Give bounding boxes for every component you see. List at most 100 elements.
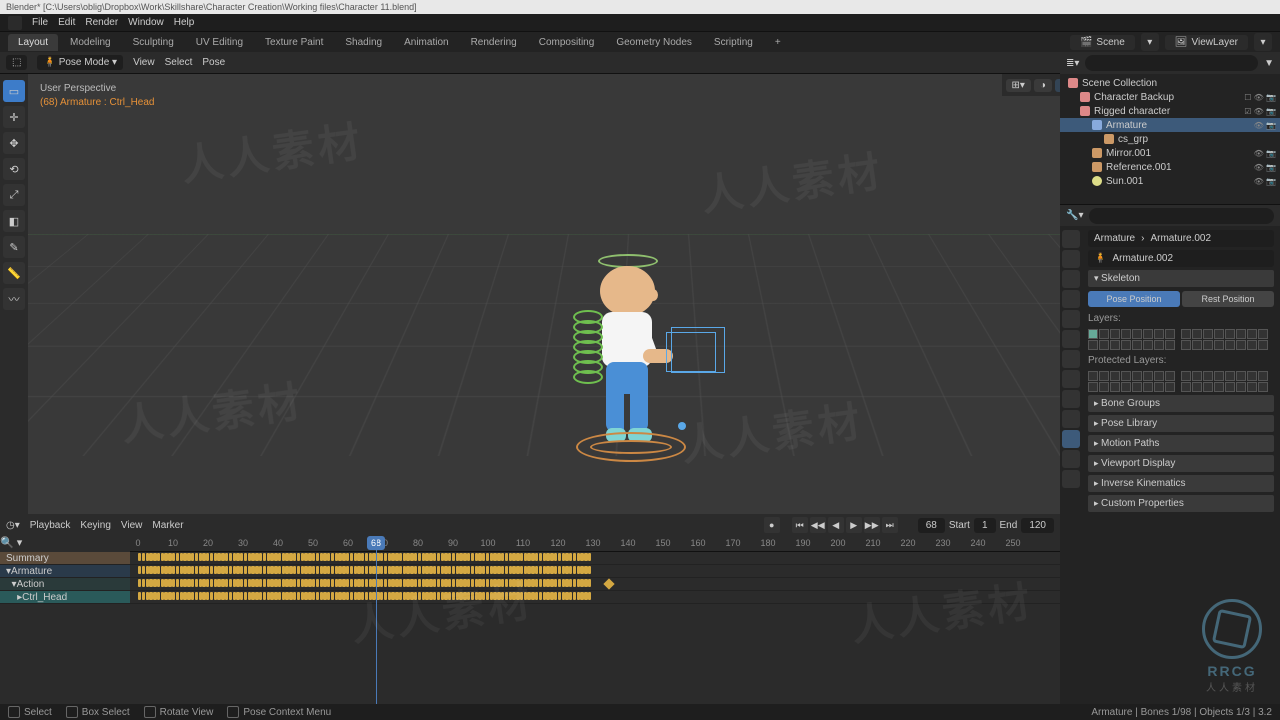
prop-tab-viewlayer-icon[interactable]: [1062, 270, 1080, 288]
tab-compositing[interactable]: Compositing: [529, 34, 605, 51]
root-control-ring[interactable]: [576, 432, 686, 462]
prev-key-icon[interactable]: ◀◀: [810, 517, 826, 533]
track-action[interactable]: ▾ Action: [0, 578, 130, 591]
tab-rendering[interactable]: Rendering: [461, 34, 527, 51]
tl-keying[interactable]: Keying: [80, 520, 111, 531]
menu-file[interactable]: File: [32, 17, 48, 28]
tool-extra-icon[interactable]: 〰: [3, 288, 25, 310]
mode-selector[interactable]: 🧍 Pose Mode ▾: [37, 55, 123, 70]
keyframe-row-summary[interactable]: [130, 552, 1060, 565]
tool-cursor-icon[interactable]: ✛: [3, 106, 25, 128]
prop-tab-bone-icon[interactable]: [1062, 450, 1080, 468]
armature-name-input[interactable]: 🧍 Armature.002: [1088, 250, 1274, 267]
menu-render[interactable]: Render: [85, 17, 118, 28]
inverse-kinematics-section[interactable]: Inverse Kinematics: [1088, 475, 1274, 492]
properties-search-input[interactable]: [1089, 208, 1274, 224]
prop-tab-armature-icon[interactable]: [1062, 430, 1080, 448]
vh-select[interactable]: Select: [165, 57, 193, 68]
next-key-icon[interactable]: ▶▶: [864, 517, 880, 533]
pose-position-button[interactable]: Pose Position: [1088, 291, 1180, 307]
bone-groups-section[interactable]: Bone Groups: [1088, 395, 1274, 412]
ol-scene-collection[interactable]: Scene Collection: [1060, 76, 1280, 90]
ol-rigged-character[interactable]: Rigged character☑ 👁 📷: [1060, 104, 1280, 118]
tl-playback[interactable]: Playback: [30, 520, 71, 531]
ol-reference[interactable]: Reference.001👁 📷: [1060, 160, 1280, 174]
foot-ik-widget[interactable]: [678, 422, 686, 430]
menu-window[interactable]: Window: [128, 17, 164, 28]
vh-pose[interactable]: Pose: [202, 57, 225, 68]
tool-move-icon[interactable]: ✥: [3, 132, 25, 154]
outliner-search-input[interactable]: [1085, 55, 1258, 71]
tab-modeling[interactable]: Modeling: [60, 34, 121, 51]
pose-library-section[interactable]: Pose Library: [1088, 415, 1274, 432]
skeleton-section[interactable]: Skeleton: [1088, 270, 1274, 287]
tab-geonodes[interactable]: Geometry Nodes: [606, 34, 702, 51]
rest-position-button[interactable]: Rest Position: [1182, 291, 1274, 307]
tab-scripting[interactable]: Scripting: [704, 34, 763, 51]
ol-armature[interactable]: Armature👁 📷: [1060, 118, 1280, 132]
tab-layout[interactable]: Layout: [8, 34, 58, 51]
jump-start-icon[interactable]: ⏮: [792, 517, 808, 533]
tool-transform-icon[interactable]: ◧: [3, 210, 25, 232]
viewlayer-selector[interactable]: 🖼 ViewLayer: [1165, 35, 1248, 50]
prop-tab-render-icon[interactable]: [1062, 230, 1080, 248]
prop-tab-output-icon[interactable]: [1062, 250, 1080, 268]
track-armature[interactable]: ▾ Armature: [0, 565, 130, 578]
tl-marker[interactable]: Marker: [152, 520, 183, 531]
menu-edit[interactable]: Edit: [58, 17, 75, 28]
autokey-icon[interactable]: ●: [764, 517, 780, 533]
spine-control-widget[interactable]: [573, 314, 603, 424]
props-type-icon[interactable]: 🔧▾: [1066, 210, 1083, 221]
editor-type-icon[interactable]: ⬚: [6, 55, 27, 70]
tab-add[interactable]: +: [765, 34, 791, 51]
prop-tab-object-icon[interactable]: [1062, 330, 1080, 348]
viewlayer-new-icon[interactable]: ▾: [1254, 33, 1272, 51]
timeline-type-icon[interactable]: ◷▾: [6, 520, 20, 531]
hand-control-widget[interactable]: [666, 332, 716, 372]
tab-texture[interactable]: Texture Paint: [255, 34, 333, 51]
ol-sun[interactable]: Sun.001👁 📷: [1060, 174, 1280, 188]
gizmo-icon[interactable]: ◑: [1034, 79, 1052, 92]
play-icon[interactable]: ▶: [846, 517, 862, 533]
outliner-type-icon[interactable]: ≣▾: [1066, 58, 1079, 69]
prop-tab-world-icon[interactable]: [1062, 310, 1080, 328]
keyframe-row-bone[interactable]: [130, 591, 1060, 604]
protected-layers[interactable]: [1088, 371, 1274, 392]
tool-select-icon[interactable]: ▭: [3, 80, 25, 102]
keyframe-row-armature[interactable]: [130, 565, 1060, 578]
prop-tab-modifier-icon[interactable]: [1062, 350, 1080, 368]
tl-view[interactable]: View: [121, 520, 143, 531]
track-label-filter[interactable]: 🔍 ▾: [0, 536, 130, 552]
armature-layers[interactable]: [1088, 329, 1274, 350]
tab-sculpting[interactable]: Sculpting: [123, 34, 184, 51]
tab-animation[interactable]: Animation: [394, 34, 458, 51]
keyframe-row-action[interactable]: [130, 578, 1060, 591]
jump-end-icon[interactable]: ⏭: [882, 517, 898, 533]
tab-shading[interactable]: Shading: [335, 34, 392, 51]
playhead[interactable]: [376, 536, 377, 704]
prop-tab-scene-icon[interactable]: [1062, 290, 1080, 308]
start-frame-input[interactable]: 1: [974, 518, 996, 533]
play-reverse-icon[interactable]: ◀: [828, 517, 844, 533]
prop-tab-constraint-icon[interactable]: [1062, 410, 1080, 428]
vh-view[interactable]: View: [133, 57, 155, 68]
properties-breadcrumb[interactable]: Armature › Armature.002: [1088, 230, 1274, 247]
ol-csgrp[interactable]: cs_grp: [1060, 132, 1280, 146]
track-bone[interactable]: ▸ Ctrl_Head: [0, 591, 130, 604]
overlays-icon[interactable]: ⊞▾: [1006, 79, 1031, 92]
viewport-display-section[interactable]: Viewport Display: [1088, 455, 1274, 472]
motion-paths-section[interactable]: Motion Paths: [1088, 435, 1274, 452]
ol-mirror[interactable]: Mirror.001👁 📷: [1060, 146, 1280, 160]
outliner-filter-icon[interactable]: ▼: [1264, 58, 1274, 69]
menu-help[interactable]: Help: [174, 17, 195, 28]
custom-properties-section[interactable]: Custom Properties: [1088, 495, 1274, 512]
scene-new-icon[interactable]: ▾: [1141, 33, 1159, 51]
tool-annotate-icon[interactable]: ✎: [3, 236, 25, 258]
tool-scale-icon[interactable]: ⤢: [3, 184, 25, 206]
tool-measure-icon[interactable]: 📏: [3, 262, 25, 284]
scene-selector[interactable]: 🎬 Scene: [1070, 35, 1135, 50]
prop-tab-physics-icon[interactable]: [1062, 390, 1080, 408]
track-summary[interactable]: Summary: [0, 552, 130, 565]
prop-tab-particles-icon[interactable]: [1062, 370, 1080, 388]
single-keyframe[interactable]: [603, 578, 614, 589]
